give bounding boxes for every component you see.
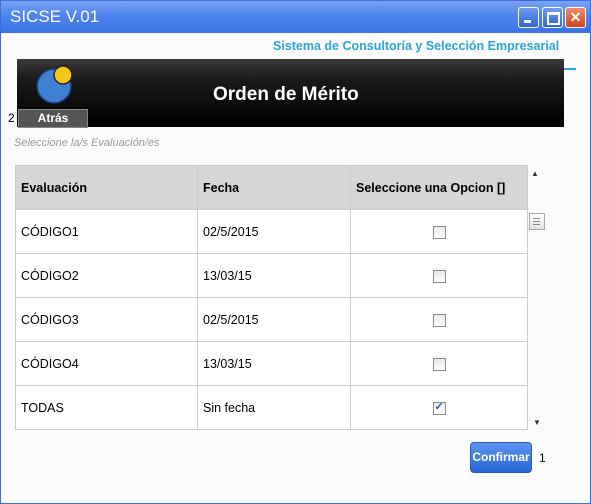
page-title: Orden de Mérito [213, 84, 359, 105]
selection-hint: Seleccione la/s Evaluación/es [14, 137, 160, 149]
cell-evaluacion: CÓDIGO4 [15, 341, 198, 386]
cell-seleccion [350, 385, 528, 430]
cell-fecha: 13/03/15 [197, 341, 351, 386]
logo-icon [36, 65, 73, 104]
scroll-down-arrow-icon[interactable]: ▼ [533, 418, 541, 427]
column-header-seleccion: Seleccione una Opcion [] [350, 165, 528, 210]
cell-fecha: 02/5/2015 [197, 297, 351, 342]
close-button[interactable]: ✕ [565, 7, 586, 28]
cell-evaluacion: CÓDIGO2 [15, 253, 198, 298]
evaluations-table: Evaluación Fecha Seleccione una Opcion [… [15, 165, 528, 430]
grip-line [533, 224, 540, 225]
column-header-evaluacion: Evaluación [15, 165, 198, 210]
row-checkbox[interactable] [432, 269, 446, 283]
system-subtitle: Sistema de Consultoría y Selección Empre… [273, 39, 560, 53]
cell-seleccion [350, 297, 528, 342]
grip-line [533, 218, 540, 219]
table-row: CÓDIGO3 02/5/2015 [15, 297, 528, 342]
minimize-icon [524, 20, 531, 23]
step-indicator-top: 2 [8, 111, 15, 125]
cell-evaluacion: CÓDIGO1 [15, 209, 198, 254]
cell-evaluacion: CÓDIGO3 [15, 297, 198, 342]
scroll-up-arrow-icon[interactable]: ▲ [531, 169, 539, 178]
cell-fecha: Sin fecha [197, 385, 351, 430]
maximize-button[interactable] [542, 7, 563, 28]
row-checkbox[interactable] [432, 400, 446, 415]
cell-fecha: 02/5/2015 [197, 209, 351, 254]
column-header-fecha: Fecha [197, 165, 351, 210]
confirm-button[interactable]: Confirmar [470, 442, 532, 473]
row-checkbox[interactable] [432, 313, 446, 327]
cell-seleccion [350, 341, 528, 386]
scrollbar-thumb[interactable] [529, 213, 545, 230]
back-button[interactable]: Atrás [18, 109, 88, 128]
table-row: TODAS Sin fecha [15, 385, 528, 430]
close-icon: ✕ [569, 9, 582, 25]
cell-evaluacion: TODAS [15, 385, 198, 430]
table-row: CÓDIGO2 13/03/15 [15, 253, 528, 298]
cell-seleccion [350, 209, 528, 254]
table-header-row: Evaluación Fecha Seleccione una Opcion [… [15, 165, 528, 210]
table-row: CÓDIGO4 13/03/15 [15, 341, 528, 386]
window-title: SICSE V.01 [10, 7, 100, 26]
row-checkbox[interactable] [432, 225, 446, 239]
title-bar[interactable]: SICSE V.01 ✕ [1, 1, 590, 33]
cell-fecha: 13/03/15 [197, 253, 351, 298]
grip-line [533, 221, 540, 222]
app-window: SICSE V.01 ✕ Sistema de Consultoría y Se… [0, 0, 591, 504]
table-row: CÓDIGO1 02/5/2015 [15, 209, 528, 254]
row-checkbox[interactable] [432, 357, 446, 371]
maximize-icon [547, 12, 560, 25]
step-indicator-bottom: 1 [539, 451, 546, 465]
cell-seleccion [350, 253, 528, 298]
minimize-button[interactable] [518, 7, 539, 28]
